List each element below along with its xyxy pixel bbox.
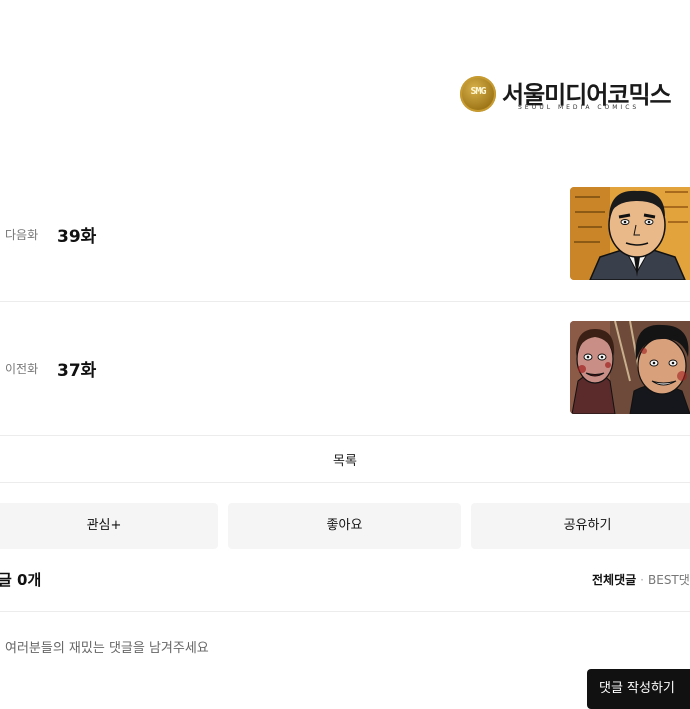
comment-count: 글 0개	[0, 571, 42, 589]
next-episode-row[interactable]: 다음화 39화	[0, 167, 690, 302]
interest-button[interactable]: 관심+	[0, 503, 218, 549]
publisher-logo: SMG 서울미디어코믹스 SEOUL MEDIA COMICS	[458, 74, 672, 118]
comments-header: 글 0개 전체댓글 · BEST댓	[0, 561, 690, 612]
next-episode-thumbnail[interactable]	[570, 187, 690, 280]
tab-separator: ·	[640, 573, 644, 587]
like-button[interactable]: 좋아요	[228, 503, 461, 549]
comment-input[interactable]: 여러분들의 재밌는 댓글을 남겨주세요	[5, 637, 209, 656]
tab-all-comments[interactable]: 전체댓글	[592, 573, 636, 587]
tab-best-comments[interactable]: BEST댓	[648, 573, 690, 587]
next-episode-label: 다음화	[5, 228, 39, 242]
episode-list-link[interactable]: 목록	[0, 435, 690, 483]
prev-episode-row[interactable]: 이전화 37화	[0, 301, 690, 436]
share-button[interactable]: 공유하기	[471, 503, 690, 549]
prev-episode-title[interactable]: 37화	[57, 356, 96, 381]
comment-sort-tabs: 전체댓글 · BEST댓	[592, 571, 690, 588]
write-comment-button[interactable]: 댓글 작성하기	[587, 669, 690, 709]
episode-list-label: 목록	[333, 454, 357, 469]
next-episode-title[interactable]: 39화	[57, 222, 96, 247]
seal-text: SMG	[470, 86, 486, 97]
publisher-name-en: SEOUL MEDIA COMICS	[518, 104, 640, 111]
prev-episode-thumbnail[interactable]	[570, 321, 690, 414]
prev-episode-label: 이전화	[5, 362, 39, 376]
publisher-seal-icon: SMG	[460, 76, 496, 112]
